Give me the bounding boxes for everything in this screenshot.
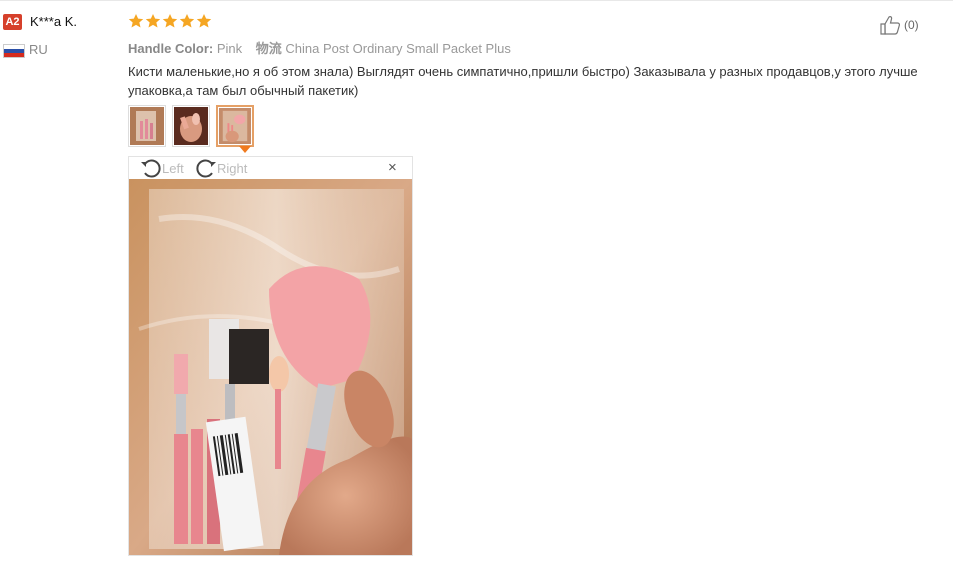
helpful-count: (0)	[904, 18, 919, 32]
reviewer-country: RU	[29, 42, 48, 57]
russia-flag-icon	[3, 44, 25, 58]
close-viewer-button[interactable]: ×	[388, 160, 397, 176]
brush-bag-photo-thumb	[219, 108, 251, 144]
viewer-toolbar: Left Right ×	[129, 157, 412, 179]
rotate-right-label: Right	[217, 160, 248, 176]
star-icon	[162, 14, 178, 28]
rotate-left-label: Left	[162, 160, 184, 176]
handle-color-label: Handle Color:	[128, 41, 214, 56]
rotate-right-icon	[196, 159, 216, 178]
top-divider	[0, 0, 953, 1]
hand-photo-thumb	[174, 107, 208, 145]
photo-thumbnails	[128, 105, 254, 147]
photo-thumbnail-2[interactable]	[172, 105, 210, 147]
review-photo	[129, 179, 412, 555]
photo-thumbnail-1[interactable]	[128, 105, 166, 147]
active-thumbnail-pointer	[239, 146, 251, 153]
rotate-right-button[interactable]: Right	[195, 158, 247, 178]
photo-thumbnail-3[interactable]	[216, 105, 254, 147]
star-icon	[179, 14, 195, 28]
brush-package-photo-thumb	[130, 107, 164, 145]
review-text: Кисти маленькие,но я об этом знала) Выгл…	[128, 64, 918, 98]
rotate-left-button[interactable]: Left	[140, 158, 184, 178]
handle-color-value: Pink	[216, 41, 243, 56]
reviewer-name: K***a K.	[30, 14, 77, 29]
star-icon	[196, 14, 212, 28]
photo-viewer: Left Right ×	[128, 156, 413, 556]
star-icon	[145, 14, 161, 28]
star-icon	[128, 14, 144, 28]
star-rating	[128, 13, 212, 31]
shipping-value: China Post Ordinary Small Packet Plus	[285, 41, 511, 56]
helpful-button[interactable]: (0)	[880, 15, 919, 35]
buyer-level-badge: A2	[3, 14, 22, 30]
order-attributes: Handle Color: Pink 物流 China Post Ordinar…	[128, 38, 511, 57]
rotate-left-icon	[141, 159, 161, 178]
thumbs-up-icon	[880, 16, 900, 35]
shipping-label: 物流	[255, 41, 282, 56]
